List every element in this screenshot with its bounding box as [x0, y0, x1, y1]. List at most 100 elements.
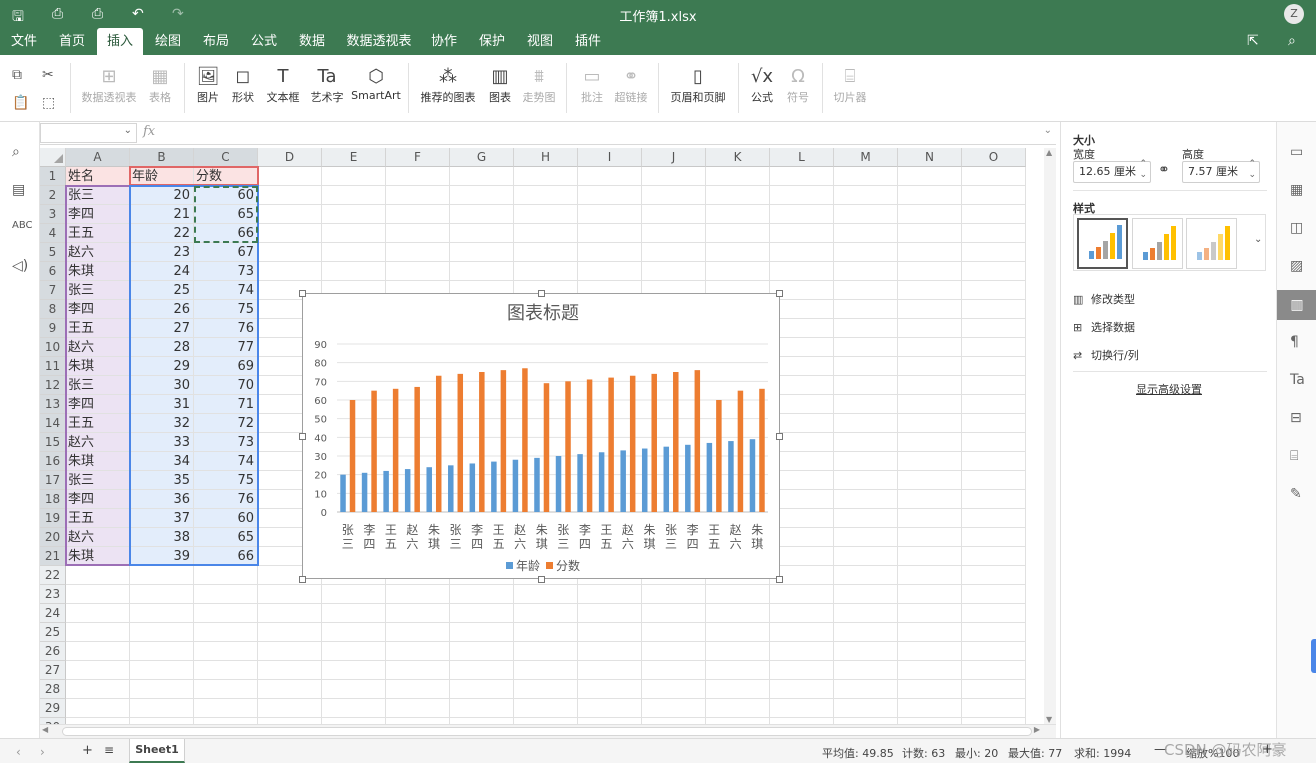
- table-cell[interactable]: [898, 452, 962, 471]
- table-cell[interactable]: [578, 186, 642, 205]
- row-header[interactable]: 11: [40, 357, 66, 376]
- smartart-button[interactable]: ⬡ SmartArt: [350, 65, 402, 102]
- table-cell[interactable]: [962, 604, 1026, 623]
- table-cell[interactable]: [578, 205, 642, 224]
- table-cell[interactable]: 李四: [66, 395, 130, 414]
- table-cell[interactable]: 20: [130, 186, 194, 205]
- table-cell[interactable]: [706, 243, 770, 262]
- table-cell[interactable]: [770, 680, 834, 699]
- table-cell[interactable]: [706, 224, 770, 243]
- table-cell[interactable]: [386, 585, 450, 604]
- table-cell[interactable]: [386, 661, 450, 680]
- column-header[interactable]: F: [386, 148, 450, 167]
- table-cell[interactable]: [834, 623, 898, 642]
- table-cell[interactable]: 21: [130, 205, 194, 224]
- table-cell[interactable]: [578, 642, 642, 661]
- table-cell[interactable]: [514, 680, 578, 699]
- wordart-button[interactable]: Ta 艺术字: [306, 65, 348, 105]
- table-cell[interactable]: [66, 566, 130, 585]
- table-cell[interactable]: [642, 661, 706, 680]
- table-cell[interactable]: 70: [194, 376, 258, 395]
- table-cell[interactable]: [514, 262, 578, 281]
- table-cell[interactable]: [898, 243, 962, 262]
- table-cell[interactable]: [450, 623, 514, 642]
- table-cell[interactable]: [194, 566, 258, 585]
- row-header[interactable]: 2: [40, 186, 66, 205]
- table-cell[interactable]: 31: [130, 395, 194, 414]
- table-cell[interactable]: [514, 186, 578, 205]
- table-cell[interactable]: [834, 642, 898, 661]
- table-cell[interactable]: [642, 205, 706, 224]
- table-cell[interactable]: [770, 642, 834, 661]
- table-cell[interactable]: [898, 224, 962, 243]
- table-cell[interactable]: [258, 623, 322, 642]
- table-cell[interactable]: 74: [194, 281, 258, 300]
- table-cell[interactable]: [706, 585, 770, 604]
- table-cell[interactable]: [578, 661, 642, 680]
- table-cell[interactable]: 李四: [66, 300, 130, 319]
- table-cell[interactable]: [898, 680, 962, 699]
- table-cell[interactable]: [642, 585, 706, 604]
- table-cell[interactable]: [66, 604, 130, 623]
- table-cell[interactable]: [834, 376, 898, 395]
- table-cell[interactable]: [898, 319, 962, 338]
- table-cell[interactable]: 72: [194, 414, 258, 433]
- table-cell[interactable]: [706, 680, 770, 699]
- table-cell[interactable]: 24: [130, 262, 194, 281]
- image-settings-icon[interactable]: ▨: [1290, 258, 1303, 274]
- table-cell[interactable]: [898, 376, 962, 395]
- formula-input[interactable]: [162, 123, 1042, 143]
- table-cell[interactable]: [130, 585, 194, 604]
- width-field[interactable]: 12.65 厘米 ⌃ ⌄: [1073, 159, 1151, 183]
- row-header[interactable]: 28: [40, 680, 66, 699]
- table-cell[interactable]: [130, 661, 194, 680]
- table-cell[interactable]: [258, 585, 322, 604]
- hyperlink-button[interactable]: ⚭ 超链接: [612, 65, 650, 105]
- table-cell[interactable]: 王五: [66, 509, 130, 528]
- table-cell[interactable]: [898, 300, 962, 319]
- tab-layout[interactable]: 布局: [196, 28, 236, 55]
- table-cell[interactable]: [770, 699, 834, 718]
- paragraph-settings-icon[interactable]: ¶: [1290, 334, 1299, 350]
- table-cell[interactable]: 32: [130, 414, 194, 433]
- table-cell[interactable]: [66, 623, 130, 642]
- table-cell[interactable]: [834, 433, 898, 452]
- table-cell[interactable]: 65: [194, 528, 258, 547]
- table-cell[interactable]: [834, 281, 898, 300]
- table-cell[interactable]: [962, 338, 1026, 357]
- table-cell[interactable]: 张三: [66, 376, 130, 395]
- horizontal-scrollbar[interactable]: ◀ ▶: [40, 724, 1056, 738]
- table-cell[interactable]: [66, 699, 130, 718]
- table-cell[interactable]: [514, 699, 578, 718]
- select-icon[interactable]: ⬚: [42, 95, 55, 111]
- table-cell[interactable]: 73: [194, 433, 258, 452]
- table-cell[interactable]: [962, 224, 1026, 243]
- table-cell[interactable]: [962, 376, 1026, 395]
- table-cell[interactable]: [642, 262, 706, 281]
- table-cell[interactable]: [130, 566, 194, 585]
- table-cell[interactable]: [962, 490, 1026, 509]
- table-cell[interactable]: [258, 699, 322, 718]
- vertical-scrollbar[interactable]: ▲ ▼: [1044, 148, 1056, 724]
- table-cell[interactable]: [578, 623, 642, 642]
- table-cell[interactable]: 李四: [66, 205, 130, 224]
- table-cell[interactable]: [322, 205, 386, 224]
- table-cell[interactable]: 29: [130, 357, 194, 376]
- header-cell[interactable]: [770, 167, 834, 186]
- advanced-settings-link[interactable]: 显示高级设置: [1061, 381, 1277, 397]
- table-cell[interactable]: 73: [194, 262, 258, 281]
- table-cell[interactable]: [834, 585, 898, 604]
- column-header[interactable]: N: [898, 148, 962, 167]
- lock-ratio-icon[interactable]: ⚭: [1158, 162, 1170, 178]
- header-cell[interactable]: [450, 167, 514, 186]
- row-header[interactable]: 19: [40, 509, 66, 528]
- table-cell[interactable]: [962, 680, 1026, 699]
- resize-handle[interactable]: [538, 576, 545, 583]
- copy-icon[interactable]: ⧉: [12, 67, 22, 83]
- table-cell[interactable]: [834, 395, 898, 414]
- table-cell[interactable]: [194, 680, 258, 699]
- table-cell[interactable]: [962, 452, 1026, 471]
- header-footer-button[interactable]: ▯ 页眉和页脚: [666, 65, 730, 105]
- table-cell[interactable]: [66, 642, 130, 661]
- table-cell[interactable]: [322, 623, 386, 642]
